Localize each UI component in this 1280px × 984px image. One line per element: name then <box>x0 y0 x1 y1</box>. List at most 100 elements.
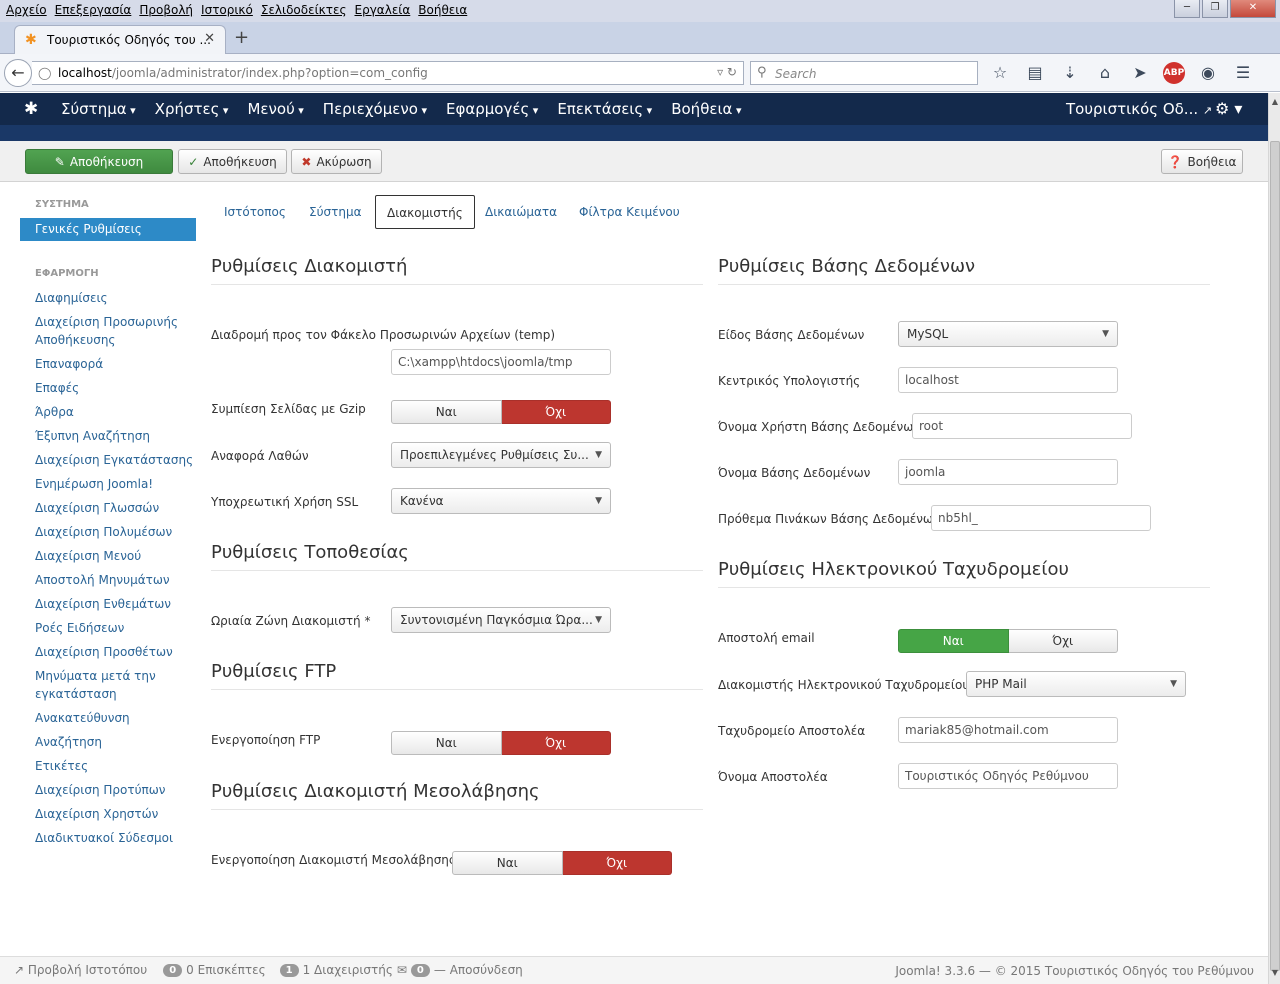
nav-users[interactable]: Χρήστες <box>155 93 229 118</box>
menu-edit[interactable]: Επεξεργασία <box>51 0 136 22</box>
user-gear-icon[interactable]: ⚙ ▾ <box>1215 99 1242 118</box>
gzip-toggle[interactable]: Ναι Όχι <box>391 400 611 424</box>
sidebar-item[interactable]: Διαχείριση Πολυμέσων <box>20 521 196 545</box>
mailer-select[interactable]: PHP Mail ▼ <box>966 671 1186 697</box>
site-link[interactable]: Τουριστικός Οδ... ↗ <box>1066 100 1212 118</box>
back-button[interactable]: ← <box>4 59 32 87</box>
mail-from-input[interactable]: mariak85@hotmail.com <box>898 717 1118 743</box>
send-mail-yes-button[interactable]: Ναι <box>898 629 1009 653</box>
db-host-input[interactable]: localhost <box>898 367 1118 393</box>
tab-close-icon[interactable]: ✕ <box>204 31 215 46</box>
minimize-button[interactable]: ─ <box>1174 0 1200 18</box>
home-icon[interactable]: ⌂ <box>1093 62 1117 84</box>
menu-view[interactable]: Προβολή <box>135 0 197 22</box>
proxy-toggle[interactable]: Ναι Όχι <box>452 851 672 875</box>
save-close-button[interactable]: ✎ Αποθήκευση <box>25 149 173 174</box>
sidebar-item[interactable]: Ροές Ειδήσεων <box>20 617 196 641</box>
nav-help[interactable]: Βοήθεια <box>671 93 741 118</box>
cancel-button[interactable]: ✖ Ακύρωση <box>291 149 382 174</box>
help-button[interactable]: ❓ Βοήθεια <box>1161 149 1243 174</box>
db-user-input[interactable]: root <box>912 413 1132 439</box>
url-bar[interactable]: ◯ localhost/joomla/administrator/index.p… <box>32 61 744 85</box>
window-close-button[interactable]: ✕ <box>1230 0 1276 18</box>
joomla-logo-icon[interactable]: ✱ <box>24 99 38 119</box>
tab-server[interactable]: Διακομιστής <box>375 195 475 229</box>
sidebar-item[interactable]: Επαφές <box>20 377 196 401</box>
menu-file[interactable]: Αρχείο <box>2 0 51 22</box>
proxy-no-button[interactable]: Όχι <box>562 851 672 875</box>
menu-tools[interactable]: Εργαλεία <box>351 0 415 22</box>
proxy-yes-button[interactable]: Ναι <box>452 851 563 875</box>
sidebar-item[interactable]: Ετικέτες <box>20 755 196 779</box>
sidebar-item[interactable]: Διαφημίσεις <box>20 287 196 311</box>
tab-permissions[interactable]: Δικαιώματα <box>485 195 557 229</box>
nav-menus[interactable]: Μενού <box>247 93 303 118</box>
sidebar-item[interactable]: Διαχείριση Ενθεμάτων <box>20 593 196 617</box>
sidebar-item[interactable]: Αποστολή Μηνυμάτων <box>20 569 196 593</box>
sidebar-item[interactable]: Διαχείριση Εγκατάστασης <box>20 449 196 473</box>
from-name-input[interactable]: Τουριστικός Οδηγός Ρεθύμνου <box>898 763 1118 789</box>
force-ssl-select[interactable]: Κανένα ▼ <box>391 488 611 514</box>
sidebar-item[interactable]: Αναζήτηση <box>20 731 196 755</box>
messages-badge[interactable]: 0 <box>410 963 430 977</box>
gzip-no-button[interactable]: Όχι <box>501 400 611 424</box>
tab-system[interactable]: Σύστημα <box>309 195 362 229</box>
adblock-icon[interactable]: ABP <box>1163 62 1185 84</box>
send-mail-toggle[interactable]: Ναι Όχι <box>898 629 1118 653</box>
sidebar-item[interactable]: Διαχείριση Προσθέτων <box>20 641 196 665</box>
tab-text-filters[interactable]: Φίλτρα Κειμένου <box>579 195 680 229</box>
sidebar-item[interactable]: Ανακατεύθυνση <box>20 707 196 731</box>
ftp-no-button[interactable]: Όχι <box>501 731 611 755</box>
reload-icon[interactable]: ▿ ↻ <box>717 65 737 79</box>
sidebar-item-global-config[interactable]: Γενικές Ρυθμίσεις <box>20 218 196 241</box>
chat-icon[interactable]: ◉ <box>1196 62 1220 84</box>
from-name-label: Όνομα Αποστολέα <box>718 770 828 784</box>
sidebar-item[interactable]: Διαχείριση Προτύπων <box>20 779 196 803</box>
nav-content[interactable]: Περιεχόμενο <box>323 93 427 118</box>
new-tab-icon[interactable]: + <box>234 27 249 48</box>
sidebar-item[interactable]: Επαναφορά <box>20 353 196 377</box>
db-type-select[interactable]: MySQL ▼ <box>898 321 1118 347</box>
timezone-select[interactable]: Συντονισμένη Παγκόσμια Ώρα... ▼ <box>391 607 611 633</box>
ftp-toggle[interactable]: Ναι Όχι <box>391 731 611 755</box>
ftp-yes-button[interactable]: Ναι <box>391 731 502 755</box>
scroll-up-icon[interactable]: ▲ <box>1269 97 1280 111</box>
sidebar-item[interactable]: Διαδικτυακοί Σύδεσμοι <box>20 827 196 851</box>
page-scrollbar[interactable]: ▲ ▼ <box>1268 93 1280 984</box>
send-icon[interactable]: ➤ <box>1128 62 1152 84</box>
sidebar-item[interactable]: Διαχείριση Γλωσσών <box>20 497 196 521</box>
save-button[interactable]: ✓ Αποθήκευση <box>178 149 287 174</box>
search-box[interactable]: ⚲ Search <box>750 61 978 85</box>
db-prefix-input[interactable]: nb5hl_ <box>931 505 1151 531</box>
sidebar-item[interactable]: Άρθρα <box>20 401 196 425</box>
error-reporting-select[interactable]: Προεπιλεγμένες Ρυθμίσεις Συ... ▼ <box>391 442 611 468</box>
nav-extensions[interactable]: Επεκτάσεις <box>557 93 652 118</box>
tab-site[interactable]: Ιστότοπος <box>224 195 286 229</box>
nav-components[interactable]: Εφαρμογές <box>446 93 538 118</box>
menu-help[interactable]: Βοήθεια <box>414 0 471 22</box>
sidebar-item[interactable]: Ενημέρωση Joomla! <box>20 473 196 497</box>
download-icon[interactable]: ⇣ <box>1058 62 1082 84</box>
scroll-down-icon[interactable]: ▼ <box>1269 968 1280 982</box>
view-site-link[interactable]: ↗ Προβολή Ιστοτόπου <box>14 963 147 977</box>
logout-link[interactable]: — Αποσύνδεση <box>434 963 523 977</box>
temp-path-input[interactable]: C:\xampp\htdocs\joomla/tmp <box>391 349 611 375</box>
hamburger-menu-icon[interactable]: ☰ <box>1231 62 1255 84</box>
sidebar-item[interactable]: Διαχείριση Προσωρινής Αποθήκευσης <box>20 311 196 353</box>
sidebar-item[interactable]: Διαχείριση Μενού <box>20 545 196 569</box>
browser-tab[interactable]: ✱ Τουριστικός Οδηγός του ... ✕ <box>14 25 226 54</box>
menu-history[interactable]: Ιστορικό <box>197 0 257 22</box>
bookmark-star-icon[interactable]: ☆ <box>988 62 1012 84</box>
scrollbar-thumb[interactable] <box>1270 141 1280 971</box>
nav-system[interactable]: Σύστημα <box>61 93 136 118</box>
sidebar-item[interactable]: Διαχείριση Χρηστών <box>20 803 196 827</box>
menu-bookmarks[interactable]: Σελιδοδείκτες <box>257 0 351 22</box>
sidebar-item[interactable]: Έξυπνη Αναζήτηση <box>20 425 196 449</box>
reading-list-icon[interactable]: ▤ <box>1023 62 1047 84</box>
db-name-input[interactable]: joomla <box>898 459 1118 485</box>
mail-from-label: Ταχυδρομείο Αποστολέα <box>718 724 866 738</box>
send-mail-no-button[interactable]: Όχι <box>1008 629 1118 653</box>
gzip-yes-button[interactable]: Ναι <box>391 400 502 424</box>
sidebar-item[interactable]: Μηνύματα μετά την εγκατάσταση <box>20 665 196 707</box>
maximize-button[interactable]: ❐ <box>1202 0 1228 18</box>
